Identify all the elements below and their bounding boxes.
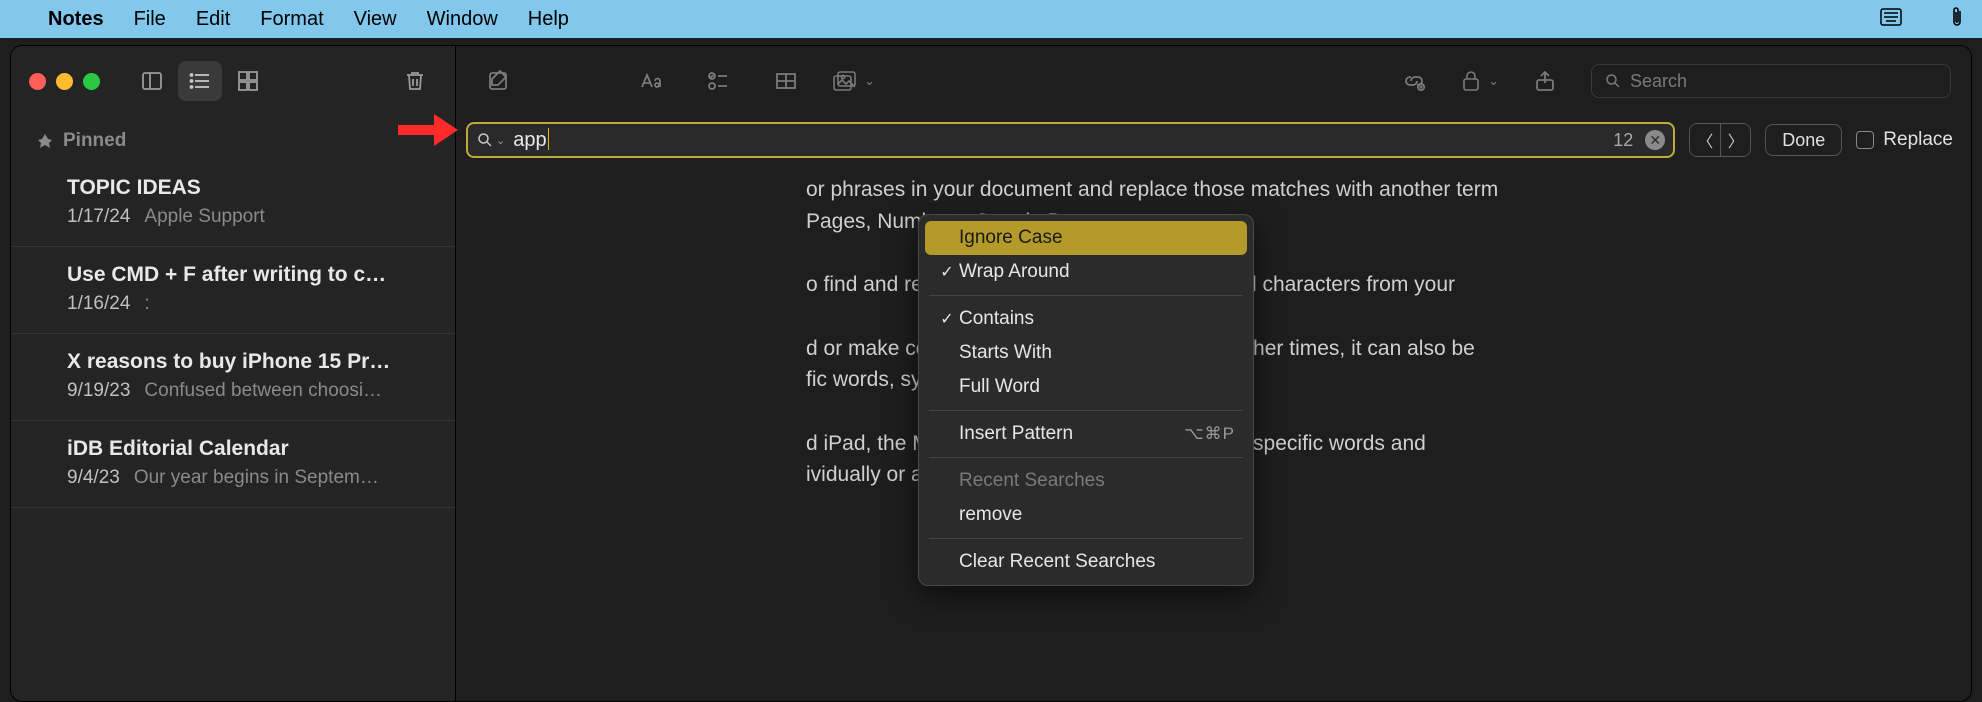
menu-ignore-case[interactable]: Ignore Case — [925, 221, 1247, 255]
find-bar: ⌄ app 12 ✕ 〈 〉 Done Replace — [456, 116, 1971, 168]
note-item[interactable]: TOPIC IDEAS 1/17/24 Apple Support — [11, 160, 455, 247]
note-item[interactable]: iDB Editorial Calendar 9/4/23 Our year be… — [11, 421, 455, 508]
note-item[interactable]: Use CMD + F after writing to c… 1/16/24: — [11, 247, 455, 334]
delete-note-button[interactable] — [393, 61, 437, 101]
note-preview: Our year begins in Septem… — [134, 467, 379, 489]
system-menu-bar: Notes File Edit Format View Window Help — [0, 0, 1982, 38]
find-input[interactable]: ⌄ app 12 ✕ — [466, 122, 1675, 158]
find-options-toggle[interactable]: ⌄ — [476, 131, 505, 149]
format-text-button[interactable] — [628, 61, 672, 101]
chevron-down-icon: ⌄ — [864, 73, 875, 89]
table-button[interactable] — [764, 61, 808, 101]
zoom-window-button[interactable] — [83, 73, 100, 90]
menu-format[interactable]: Format — [260, 8, 323, 31]
replace-label: Replace — [1883, 129, 1953, 151]
menu-insert-pattern[interactable]: Insert Pattern ⌥⌘P — [919, 417, 1253, 451]
tutorial-arrow-icon — [398, 116, 458, 144]
find-nav-segment: 〈 〉 — [1689, 123, 1751, 157]
close-window-button[interactable] — [29, 73, 46, 90]
sidebar-toolbar — [11, 46, 455, 116]
menu-recent-item[interactable]: remove — [919, 498, 1253, 532]
pinned-section-header: Pinned — [11, 116, 455, 160]
menu-shortcut: ⌥⌘P — [1184, 424, 1235, 444]
media-button[interactable]: ⌄ — [832, 69, 875, 93]
attachment-icon[interactable] — [1950, 5, 1964, 34]
list-view-button[interactable] — [178, 61, 222, 101]
find-done-button[interactable]: Done — [1765, 124, 1842, 156]
menu-window[interactable]: Window — [427, 8, 498, 31]
clear-find-button[interactable]: ✕ — [1645, 130, 1665, 150]
keyboard-viewer-icon[interactable] — [1880, 8, 1902, 31]
minimize-window-button[interactable] — [56, 73, 73, 90]
note-title: X reasons to buy iPhone 15 Pr… — [67, 350, 429, 374]
gallery-view-button[interactable] — [226, 61, 270, 101]
note-title: iDB Editorial Calendar — [67, 437, 429, 461]
menu-wrap-around[interactable]: ✓Wrap Around — [919, 255, 1253, 289]
checklist-button[interactable] — [696, 61, 740, 101]
new-note-button[interactable] — [476, 61, 520, 101]
lock-button[interactable]: ⌄ — [1460, 69, 1499, 93]
share-button[interactable] — [1523, 61, 1567, 101]
note-preview: : — [144, 293, 149, 315]
find-match-count: 12 — [1613, 130, 1633, 151]
menu-app-name[interactable]: Notes — [48, 8, 104, 31]
note-preview: Apple Support — [144, 206, 264, 228]
menu-help[interactable]: Help — [528, 8, 569, 31]
menu-separator — [929, 410, 1243, 411]
note-editor: ⌄ ⌄ Search ⌄ — [456, 46, 1971, 701]
global-search-field[interactable]: Search — [1591, 64, 1951, 98]
menu-edit[interactable]: Edit — [196, 8, 230, 31]
chevron-down-icon: ⌄ — [496, 134, 505, 147]
replace-checkbox[interactable]: Replace — [1856, 129, 1953, 151]
menu-separator — [929, 457, 1243, 458]
search-placeholder: Search — [1630, 71, 1687, 92]
note-date: 1/16/24 — [67, 293, 130, 315]
menu-recent-searches-header: Recent Searches — [919, 464, 1253, 498]
checkbox-icon — [1856, 131, 1874, 149]
search-icon — [1604, 72, 1622, 90]
notes-sidebar: Pinned TOPIC IDEAS 1/17/24Apple Support … — [11, 46, 456, 701]
window-controls — [29, 73, 100, 90]
menu-contains[interactable]: ✓Contains — [919, 302, 1253, 336]
menu-separator — [929, 295, 1243, 296]
note-title: Use CMD + F after writing to c… — [67, 263, 429, 287]
note-date: 9/19/23 — [67, 380, 130, 402]
search-icon — [476, 131, 494, 149]
chevron-down-icon: ⌄ — [1488, 73, 1499, 89]
note-date: 1/17/24 — [67, 206, 130, 228]
notes-window: Pinned TOPIC IDEAS 1/17/24Apple Support … — [10, 45, 1972, 702]
menu-full-word[interactable]: Full Word — [919, 370, 1253, 404]
find-next-button[interactable]: 〉 — [1720, 124, 1750, 156]
menu-separator — [929, 538, 1243, 539]
menu-view[interactable]: View — [354, 8, 397, 31]
link-button[interactable] — [1392, 61, 1436, 101]
note-date: 9/4/23 — [67, 467, 120, 489]
menu-clear-recent[interactable]: Clear Recent Searches — [919, 545, 1253, 579]
editor-toolbar: ⌄ ⌄ Search — [456, 46, 1971, 116]
note-preview: Confused between choosi… — [144, 380, 382, 402]
pinned-label: Pinned — [63, 130, 126, 152]
note-item[interactable]: X reasons to buy iPhone 15 Pr… 9/19/23 Co… — [11, 334, 455, 421]
pin-icon — [37, 133, 53, 149]
toggle-sidebar-button[interactable] — [130, 61, 174, 101]
menu-file[interactable]: File — [134, 8, 166, 31]
menu-starts-with[interactable]: Starts With — [919, 336, 1253, 370]
find-prev-button[interactable]: 〈 — [1690, 124, 1720, 156]
find-text-value: app — [513, 128, 1605, 152]
note-title: TOPIC IDEAS — [67, 176, 429, 200]
find-options-menu: Ignore Case ✓Wrap Around ✓Contains Start… — [918, 214, 1254, 586]
